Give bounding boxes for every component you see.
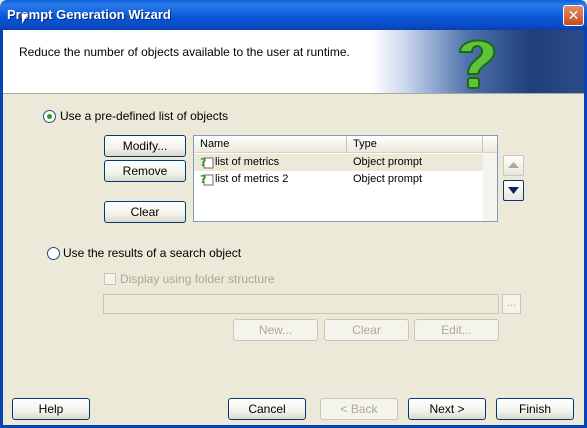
close-icon: ✕	[567, 7, 580, 23]
move-down-button[interactable]	[503, 180, 524, 201]
mouse-cursor-icon	[22, 14, 28, 24]
svg-text:?: ?	[200, 173, 206, 186]
arrow-down-icon	[508, 187, 519, 194]
step-description: Reduce the number of objects available t…	[19, 45, 350, 59]
remove-button[interactable]: Remove	[104, 160, 186, 182]
row-type: Object prompt	[353, 173, 423, 185]
search-object-field[interactable]	[103, 294, 499, 314]
edit-button[interactable]: Edit...	[414, 319, 499, 341]
new-button[interactable]: New...	[233, 319, 318, 341]
title-bar[interactable]: Prompt Generation Wizard ✕	[0, 0, 587, 30]
back-button[interactable]: < Back	[320, 398, 398, 420]
list-scrollbar[interactable]	[483, 153, 497, 221]
browse-button[interactable]: ...	[502, 294, 521, 314]
prompt-icon: ?	[200, 156, 214, 169]
modify-button[interactable]: Modify...	[104, 135, 186, 157]
column-header-type[interactable]: Type	[347, 136, 483, 153]
search-object-radio[interactable]	[47, 247, 60, 260]
search-object-label[interactable]: Use the results of a search object	[63, 246, 241, 260]
predefined-list-label[interactable]: Use a pre-defined list of objects	[60, 109, 228, 123]
svg-text:?: ?	[200, 156, 206, 169]
finish-button[interactable]: Finish	[496, 398, 574, 420]
move-up-button[interactable]	[503, 155, 524, 176]
folder-structure-checkbox[interactable]	[104, 273, 116, 285]
close-button[interactable]: ✕	[563, 5, 584, 26]
row-type: Object prompt	[353, 156, 423, 168]
wizard-header: Reduce the number of objects available t…	[3, 30, 584, 94]
folder-structure-label: Display using folder structure	[120, 272, 275, 286]
clear-search-button[interactable]: Clear	[324, 319, 409, 341]
next-button[interactable]: Next >	[408, 398, 486, 420]
header-banner	[372, 30, 584, 93]
window-title: Prompt Generation Wizard	[7, 7, 171, 22]
predefined-list-radio[interactable]	[43, 110, 56, 123]
prompt-icon: ?	[200, 173, 214, 186]
row-name: list of metrics 2	[215, 173, 289, 185]
arrow-up-icon	[508, 162, 519, 168]
clear-list-button[interactable]: Clear	[104, 201, 186, 223]
question-mark-icon	[458, 39, 496, 89]
row-name: list of metrics	[215, 156, 280, 168]
objects-list[interactable]: Name Type ? list of metrics Object promp…	[193, 135, 498, 222]
list-row[interactable]: ? list of metrics Object prompt	[194, 154, 483, 171]
list-header: Name Type	[194, 136, 497, 153]
column-header-name[interactable]: Name	[194, 136, 347, 153]
list-row[interactable]: ? list of metrics 2 Object prompt	[194, 171, 483, 188]
cancel-button[interactable]: Cancel	[228, 398, 306, 420]
help-button[interactable]: Help	[12, 398, 90, 420]
